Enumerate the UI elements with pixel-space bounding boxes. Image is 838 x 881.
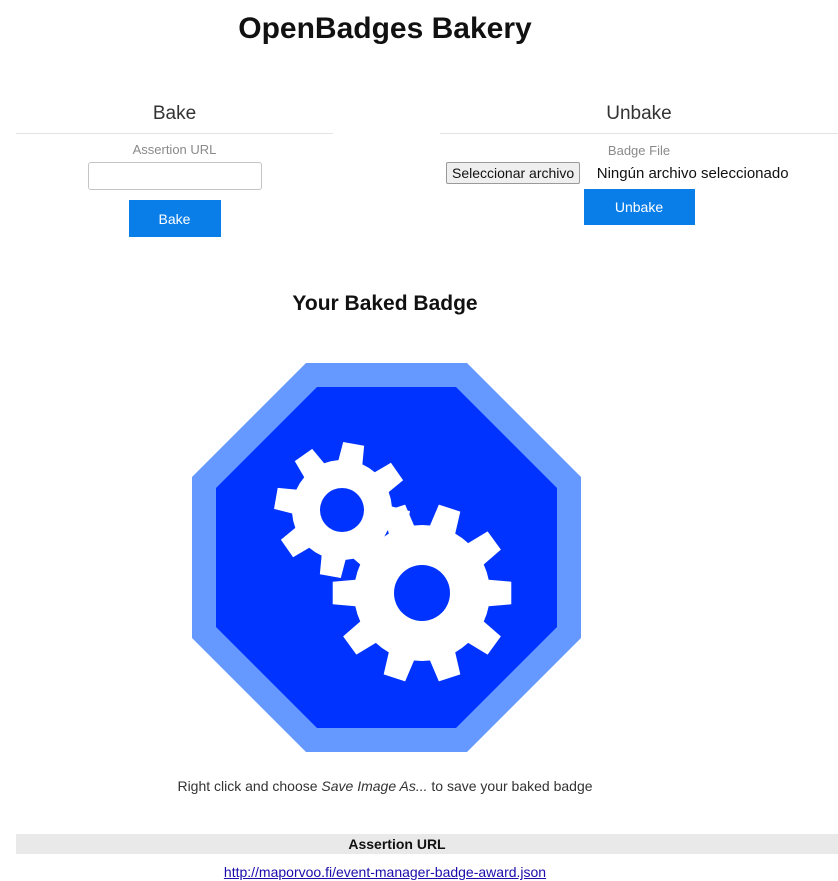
assertion-url-header: Assertion URL xyxy=(16,834,838,854)
file-status-text: Ningún archivo seleccionado xyxy=(596,164,789,182)
assertion-url-link[interactable]: http://maporvoo.fi/event-manager-badge-a… xyxy=(0,864,770,880)
unbake-button[interactable]: Unbake xyxy=(583,189,695,225)
instructions-emphasis: Save Image As... xyxy=(321,778,428,794)
unbake-heading: Unbake xyxy=(440,103,838,134)
page-title: OpenBadges Bakery xyxy=(238,12,532,45)
choose-file-button[interactable]: Seleccionar archivo xyxy=(446,162,581,184)
save-instructions: Right click and choose Save Image As... … xyxy=(170,778,600,795)
instructions-prefix: Right click and choose xyxy=(177,778,322,794)
unbake-panel: Unbake Badge File Seleccionar archivo Ni… xyxy=(440,103,838,225)
bake-button[interactable]: Bake xyxy=(128,200,221,237)
large-gear-icon-hole xyxy=(394,565,450,621)
small-gear-icon-hole xyxy=(320,488,364,532)
baked-badge-image[interactable] xyxy=(192,363,581,752)
assertion-url-label: Assertion URL xyxy=(132,142,217,157)
assertion-url-input[interactable] xyxy=(87,162,262,190)
instructions-suffix: to save your baked badge xyxy=(427,778,593,794)
bake-heading: Bake xyxy=(16,103,333,134)
assertion-url-header-label: Assertion URL xyxy=(348,836,446,852)
baked-badge-heading: Your Baked Badge xyxy=(292,292,478,315)
badge-file-input: Seleccionar archivo Ningún archivo selec… xyxy=(440,162,838,184)
badge-file-label: Badge File xyxy=(607,143,671,158)
bake-panel: Bake Assertion URL Bake xyxy=(16,103,333,237)
